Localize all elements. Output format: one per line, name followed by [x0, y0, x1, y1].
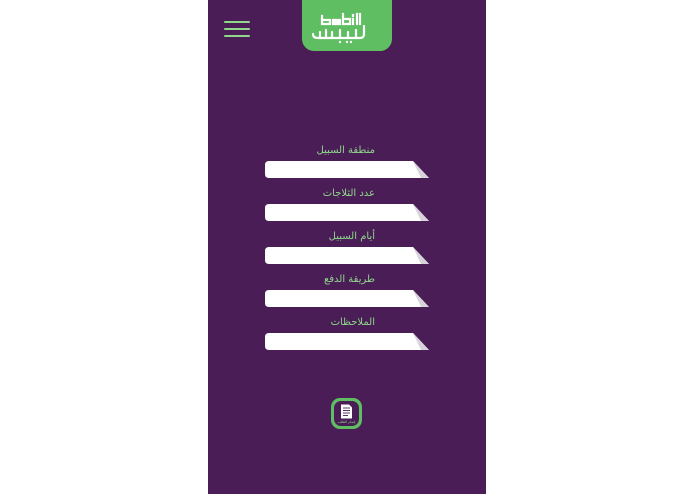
- submit-button-inner: إتمام الطلب: [334, 401, 359, 426]
- submit-caption: إتمام الطلب: [337, 420, 356, 424]
- payment-method-input[interactable]: [265, 290, 429, 307]
- hamburger-menu-icon[interactable]: [224, 21, 250, 37]
- submit-order-button[interactable]: إتمام الطلب: [331, 398, 362, 429]
- field-label: الملاحظات: [330, 317, 375, 328]
- logo: [302, 0, 392, 51]
- app-screen: منطقة السبيل عدد الثلاجات أيام السبيل طر…: [208, 0, 486, 494]
- field-label: طريقة الدفع: [323, 274, 375, 285]
- field-label: أيام السبيل: [328, 231, 375, 242]
- sabil-area-input[interactable]: [265, 161, 429, 178]
- field-label: عدد الثلاجات: [322, 188, 375, 199]
- notes-input[interactable]: [265, 333, 429, 350]
- document-icon: [341, 404, 352, 419]
- field-label: منطقة السبيل: [316, 145, 375, 156]
- fridge-count-input[interactable]: [265, 204, 429, 221]
- sabil-days-input[interactable]: [265, 247, 429, 264]
